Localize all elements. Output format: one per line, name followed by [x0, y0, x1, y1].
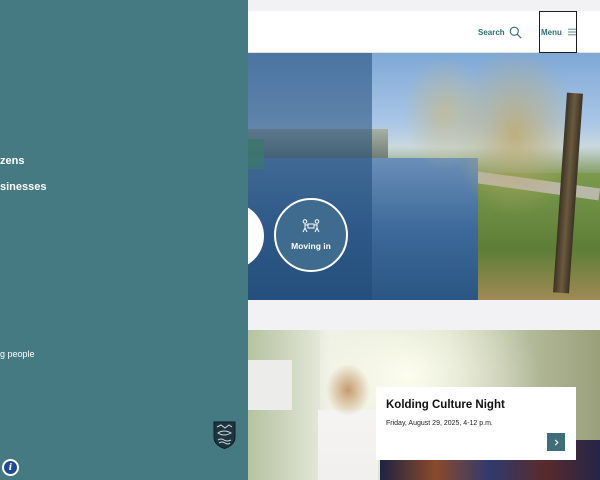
accessibility-info-icon[interactable]: i	[2, 459, 19, 476]
search-label: Search	[478, 27, 505, 37]
hamburger-icon	[567, 28, 576, 36]
menu-drawer: zens sinesses g people i	[0, 0, 248, 480]
event-date: Friday, August 29, 2025, 4-12 p.m.	[386, 420, 493, 427]
chevron-right-icon	[554, 439, 559, 445]
municipal-crest-icon	[213, 421, 236, 449]
event-card[interactable]: Kolding Culture Night Friday, August 29,…	[376, 387, 576, 460]
event-photo-house	[248, 360, 292, 410]
event-photo-person	[318, 360, 378, 480]
menu-button[interactable]: Menu	[539, 11, 577, 53]
search-button[interactable]: Search	[478, 24, 522, 40]
people-moving-icon	[302, 219, 320, 233]
drawer-item-citizens[interactable]: zens	[0, 155, 24, 167]
menu-label: Menu	[541, 27, 562, 37]
hero-tab	[248, 139, 264, 169]
drawer-item-young-people[interactable]: g people	[0, 349, 35, 359]
quick-link-moving-in[interactable]: Moving in	[274, 198, 348, 272]
quick-link-label: Moving in	[291, 241, 331, 251]
event-arrow-button[interactable]	[547, 433, 565, 451]
info-glyph: i	[4, 461, 17, 474]
search-icon	[509, 26, 522, 39]
drawer-item-businesses[interactable]: sinesses	[0, 181, 46, 193]
event-title: Kolding Culture Night	[386, 399, 505, 411]
